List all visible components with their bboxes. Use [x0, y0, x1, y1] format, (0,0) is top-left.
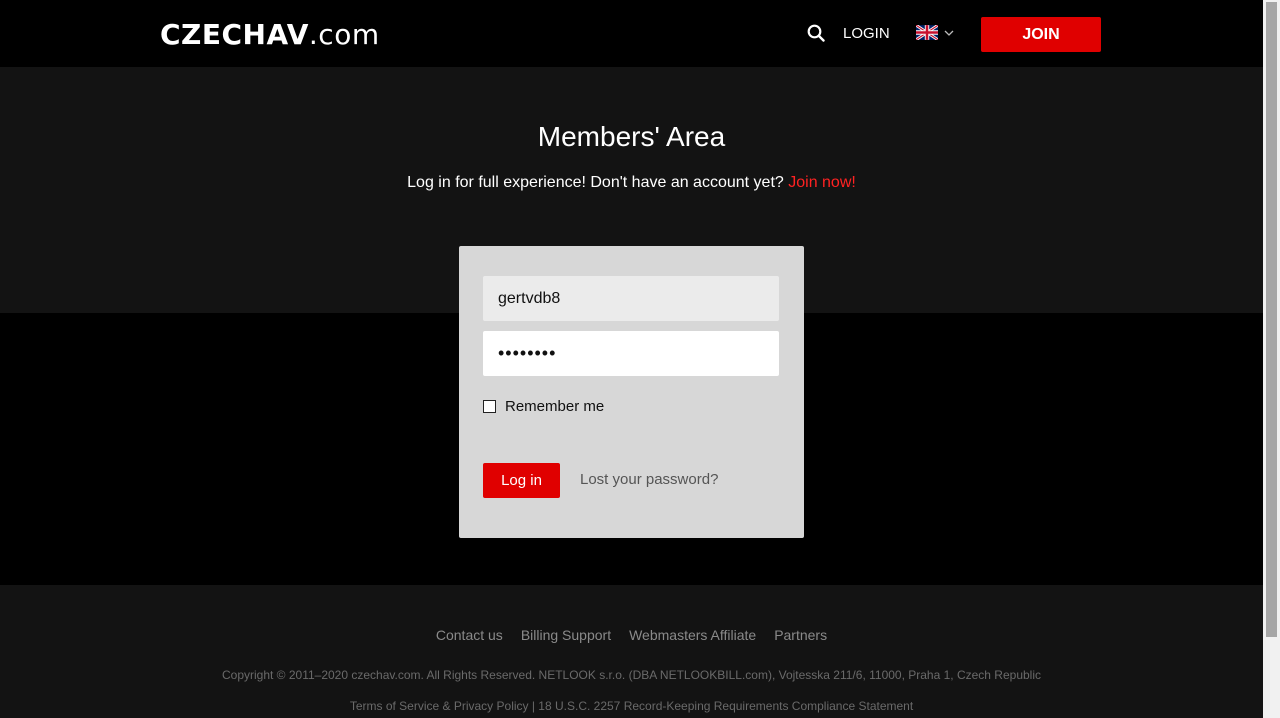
remember-me[interactable]: Remember me	[483, 398, 604, 415]
remember-me-checkbox[interactable]	[483, 400, 496, 413]
subtitle-text: Log in for full experience! Don't have a…	[407, 174, 784, 191]
site-logo[interactable]: CZECHAV.com	[160, 18, 380, 51]
join-button[interactable]: JOIN	[981, 17, 1101, 52]
site-header: CZECHAV.com LOGIN JOIN	[0, 0, 1263, 67]
login-card: gertvdb8 •••••••• Remember me Log in Los…	[459, 246, 804, 538]
remember-me-label: Remember me	[505, 398, 605, 415]
footer-link-webmasters[interactable]: Webmasters Affiliate	[629, 627, 756, 643]
username-field[interactable]: gertvdb8	[483, 276, 779, 321]
join-now-link[interactable]: Join now!	[788, 174, 856, 191]
password-field[interactable]: ••••••••	[483, 331, 779, 376]
footer-links: Contact us Billing Support Webmasters Af…	[0, 627, 1263, 643]
login-link[interactable]: LOGIN	[843, 25, 890, 42]
copyright-text: Copyright © 2011–2020 czechav.com. All R…	[221, 668, 1041, 682]
page-title: Members' Area	[537, 121, 726, 152]
login-button[interactable]: Log in	[483, 463, 560, 498]
chevron-down-icon	[944, 30, 954, 36]
search-icon[interactable]	[807, 24, 825, 42]
uk-flag-icon	[916, 25, 938, 40]
footer-link-partners[interactable]: Partners	[774, 627, 827, 643]
language-selector[interactable]	[916, 25, 954, 40]
hero-subtitle: Log in for full experience! Don't have a…	[0, 174, 1263, 192]
site-footer: Contact us Billing Support Webmasters Af…	[0, 585, 1263, 718]
scrollbar-thumb[interactable]	[1266, 2, 1277, 637]
footer-link-contact[interactable]: Contact us	[436, 627, 503, 643]
footer-link-billing[interactable]: Billing Support	[521, 627, 611, 643]
lost-password-link[interactable]: Lost your password?	[580, 471, 718, 488]
legal-links[interactable]: Terms of Service & Privacy Policy | 18 U…	[0, 699, 1263, 713]
